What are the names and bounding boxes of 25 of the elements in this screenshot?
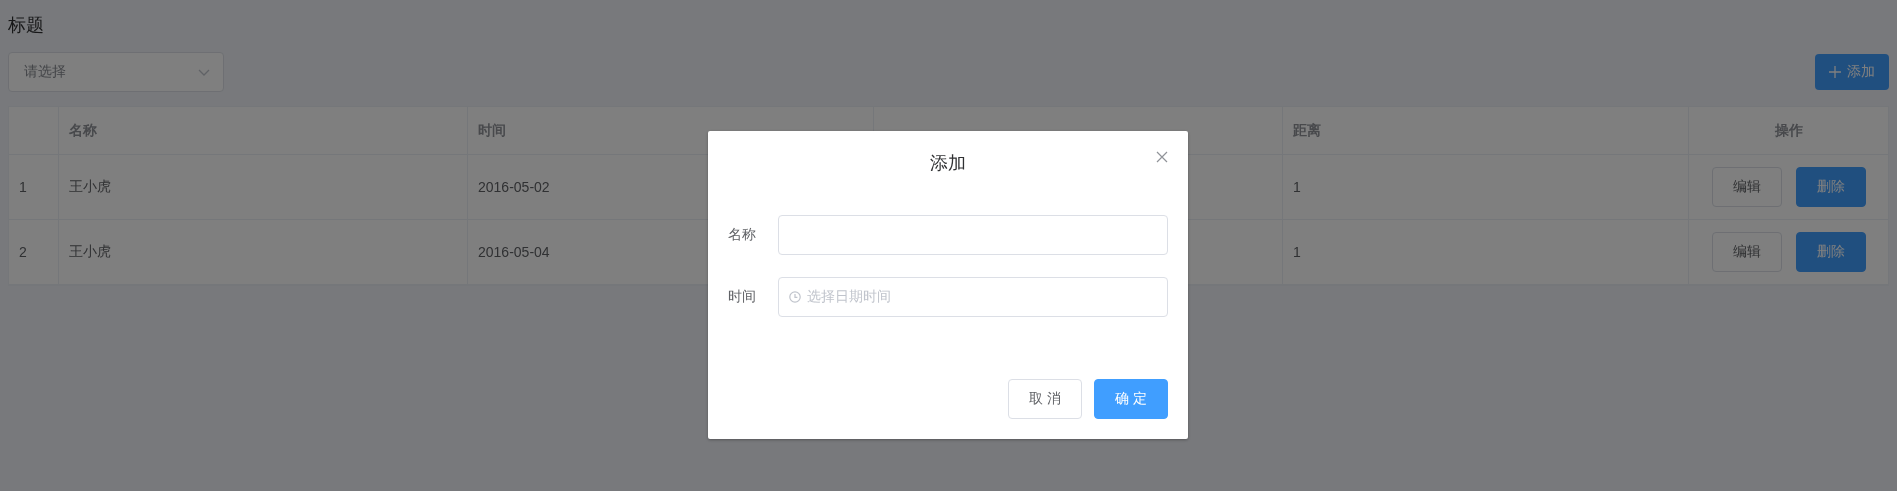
delete-button[interactable]: 删除 (1795, 167, 1866, 207)
plus-icon (1829, 66, 1841, 78)
table-cell: 1 (1293, 244, 1301, 260)
edit-button[interactable]: 编辑 (1711, 232, 1782, 272)
cancel-button[interactable]: 取 消 (1008, 379, 1083, 419)
close-icon[interactable] (1156, 151, 1168, 163)
field-label: 名称 (728, 226, 757, 244)
add-button[interactable]: 添加 (1815, 54, 1889, 90)
table-cell: 2016-05-02 (478, 179, 550, 195)
edit-button[interactable]: 编辑 (1711, 167, 1782, 207)
dialog-title: 添加 (930, 152, 966, 175)
table-cell: 2 (19, 244, 27, 260)
select-field[interactable]: 请选择 (8, 52, 224, 92)
field-label: 时间 (728, 288, 757, 306)
table-cell: 王小虎 (69, 243, 111, 261)
table-cell: 王小虎 (69, 178, 111, 196)
table-cell: 1 (19, 179, 27, 195)
delete-button[interactable]: 删除 (1795, 232, 1866, 272)
date-time-field[interactable]: 选择日期时间 (778, 277, 1168, 317)
table-cell: 1 (1293, 179, 1301, 195)
clock-icon (789, 291, 801, 303)
confirm-button[interactable]: 确 定 (1094, 379, 1168, 419)
table-cell: 2016-05-04 (478, 244, 550, 260)
page-title: 标题 (8, 14, 44, 36)
input-field[interactable] (778, 215, 1168, 255)
